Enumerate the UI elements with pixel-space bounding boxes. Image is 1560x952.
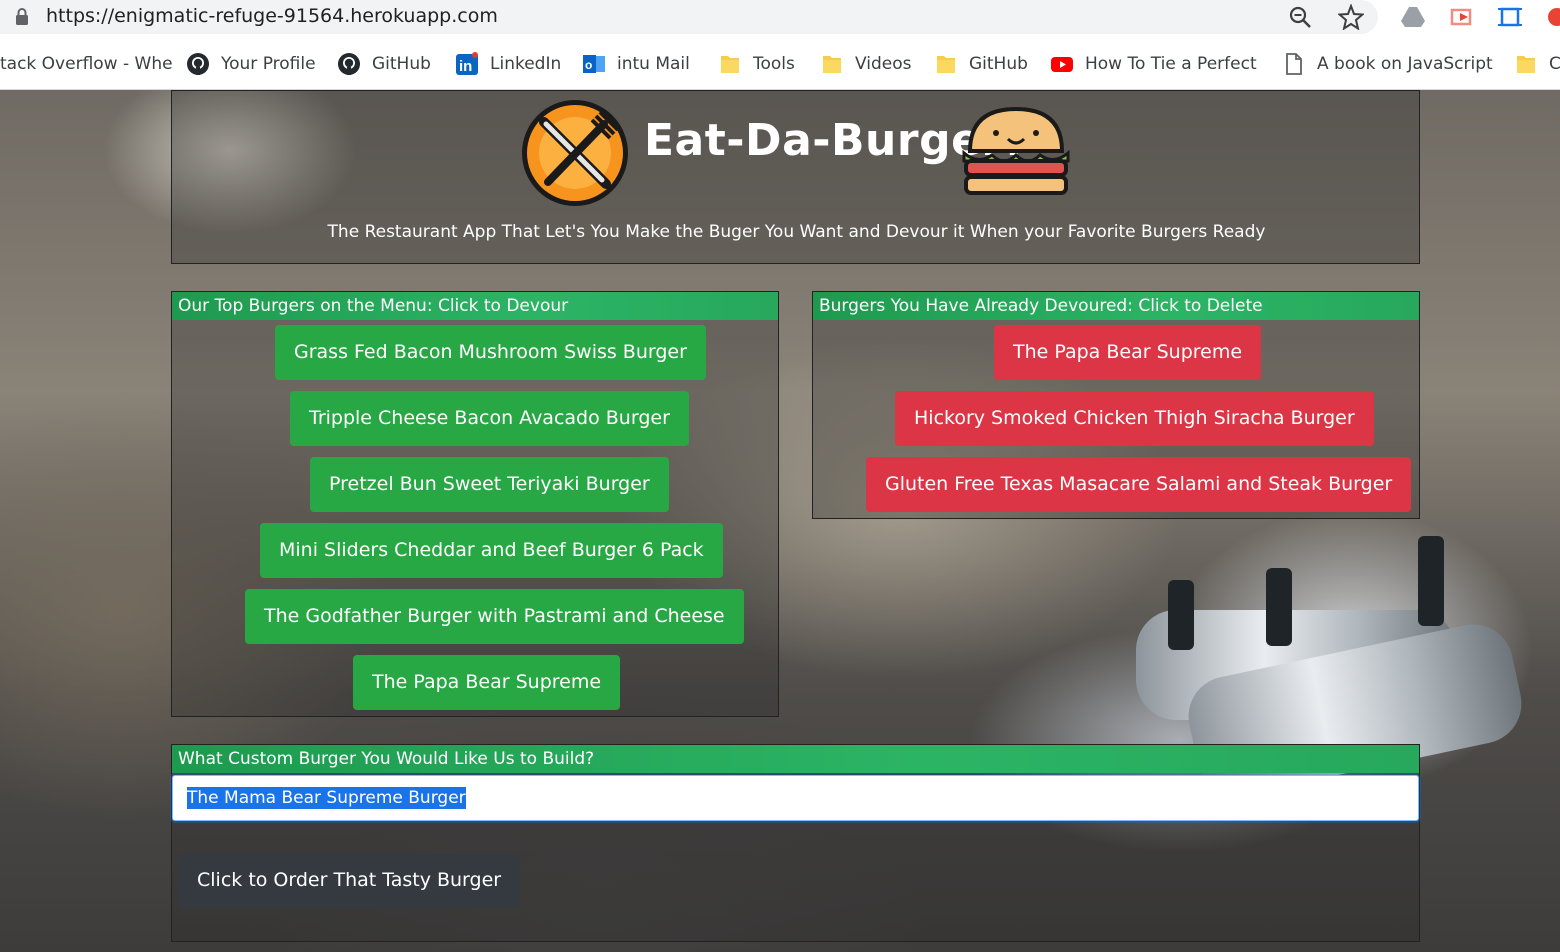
bookmark-label: intu Mail <box>617 54 690 74</box>
bookmark-stackoverflow[interactable]: tack Overflow - Whe <box>0 50 173 78</box>
linkedin-icon: in <box>456 52 478 75</box>
custom-burger-input-value: The Mama Bear Supreme Burger <box>187 787 466 809</box>
bookmark-label: GitHub <box>372 54 431 74</box>
delete-burger-button[interactable]: The Papa Bear Supreme <box>994 325 1262 380</box>
lock-icon <box>16 8 28 25</box>
delete-burger-button[interactable]: Hickory Smoked Chicken Thigh Siracha Bur… <box>895 391 1374 446</box>
bookmark-folder-github[interactable]: GitHub <box>934 50 1028 78</box>
bookmark-label: LinkedIn <box>490 54 562 74</box>
devour-burger-button[interactable]: Grass Fed Bacon Mushroom Swiss Burger <box>275 325 706 380</box>
bookmark-javascript-book[interactable]: A book on JavaScript <box>1282 50 1493 78</box>
bookmark-github[interactable]: GitHub <box>337 50 431 78</box>
folder-icon <box>823 56 841 73</box>
bookmark-folder-c[interactable]: C <box>1514 50 1560 78</box>
bookmark-label: A book on JavaScript <box>1317 54 1493 74</box>
folder-icon <box>721 56 739 73</box>
devour-burger-button[interactable]: Mini Sliders Cheddar and Beef Burger 6 P… <box>260 523 723 578</box>
folder-icon <box>937 56 955 73</box>
site-header: Eat-Da-Burger! The Restaurant App That L… <box>171 90 1420 264</box>
bookmark-label: tack Overflow - Whe <box>0 54 173 74</box>
browser-address-bar: https://enigmatic-refuge-91564.herokuapp… <box>0 0 1560 38</box>
background-tap-handle <box>1266 568 1292 646</box>
omnibox[interactable]: https://enigmatic-refuge-91564.herokuapp… <box>0 0 1378 34</box>
extension-icon[interactable] <box>1544 4 1560 30</box>
page-background: Eat-Da-Burger! The Restaurant App That L… <box>0 90 1560 952</box>
bookmark-folder-tools[interactable]: Tools <box>718 50 795 78</box>
devour-burger-button[interactable]: Tripple Cheese Bacon Avacado Burger <box>290 391 689 446</box>
star-icon[interactable] <box>1338 4 1364 30</box>
menu-panel: Our Top Burgers on the Menu: Click to De… <box>171 291 779 717</box>
order-burger-button[interactable]: Click to Order That Tasty Burger <box>178 853 521 908</box>
devour-burger-button[interactable]: The Papa Bear Supreme <box>353 655 621 710</box>
bookmark-folder-videos[interactable]: Videos <box>820 50 912 78</box>
youtube-icon <box>1051 57 1073 72</box>
menu-panel-heading: Our Top Burgers on the Menu: Click to De… <box>172 292 778 320</box>
bookmark-intu-mail[interactable]: o intu Mail <box>582 50 690 78</box>
bookmark-label: Your Profile <box>221 54 316 74</box>
bookmark-label: How To Tie a Perfect <box>1085 54 1257 74</box>
page-tagline: The Restaurant App That Let's You Make t… <box>327 222 1266 242</box>
github-icon <box>338 53 360 75</box>
delete-burger-button[interactable]: Gluten Free Texas Masacare Salami and St… <box>866 457 1412 512</box>
svg-text:in: in <box>459 58 472 75</box>
bookmark-your-profile[interactable]: Your Profile <box>186 50 316 78</box>
devoured-panel-heading: Burgers You Have Already Devoured: Click… <box>813 292 1419 320</box>
bookmark-label: C <box>1549 54 1560 74</box>
fork-knife-logo-icon <box>522 100 628 206</box>
svg-text:o: o <box>585 58 592 72</box>
cast-extension-icon[interactable] <box>1448 4 1474 30</box>
github-icon <box>187 53 209 75</box>
burger-logo-icon <box>962 106 1070 195</box>
document-icon <box>1286 53 1302 75</box>
devour-burger-button[interactable]: The Godfather Burger with Pastrami and C… <box>245 589 744 644</box>
background-tap-handle <box>1168 580 1194 650</box>
bookmark-label: Tools <box>753 54 795 74</box>
outlook-icon: o <box>583 55 605 73</box>
bookmarks-bar: tack Overflow - Whe Your Profile GitHub … <box>0 40 1560 90</box>
bookmark-label: Videos <box>855 54 912 74</box>
bookmark-linkedin[interactable]: in LinkedIn <box>455 50 561 78</box>
bookmark-youtube[interactable]: How To Tie a Perfect <box>1050 50 1257 78</box>
drive-icon[interactable] <box>1400 4 1426 30</box>
url-text[interactable]: https://enigmatic-refuge-91564.herokuapp… <box>46 5 498 27</box>
order-panel: What Custom Burger You Would Like Us to … <box>171 744 1420 942</box>
bookmark-label: GitHub <box>969 54 1028 74</box>
devoured-panel: Burgers You Have Already Devoured: Click… <box>812 291 1420 519</box>
devour-burger-button[interactable]: Pretzel Bun Sweet Teriyaki Burger <box>310 457 669 512</box>
background-tap-handle <box>1418 536 1444 626</box>
folder-icon <box>1517 56 1535 73</box>
order-panel-heading: What Custom Burger You Would Like Us to … <box>172 745 1419 773</box>
custom-burger-input[interactable]: The Mama Bear Supreme Burger <box>172 775 1419 821</box>
crop-extension-icon[interactable] <box>1497 4 1523 30</box>
zoom-icon[interactable] <box>1287 4 1313 30</box>
